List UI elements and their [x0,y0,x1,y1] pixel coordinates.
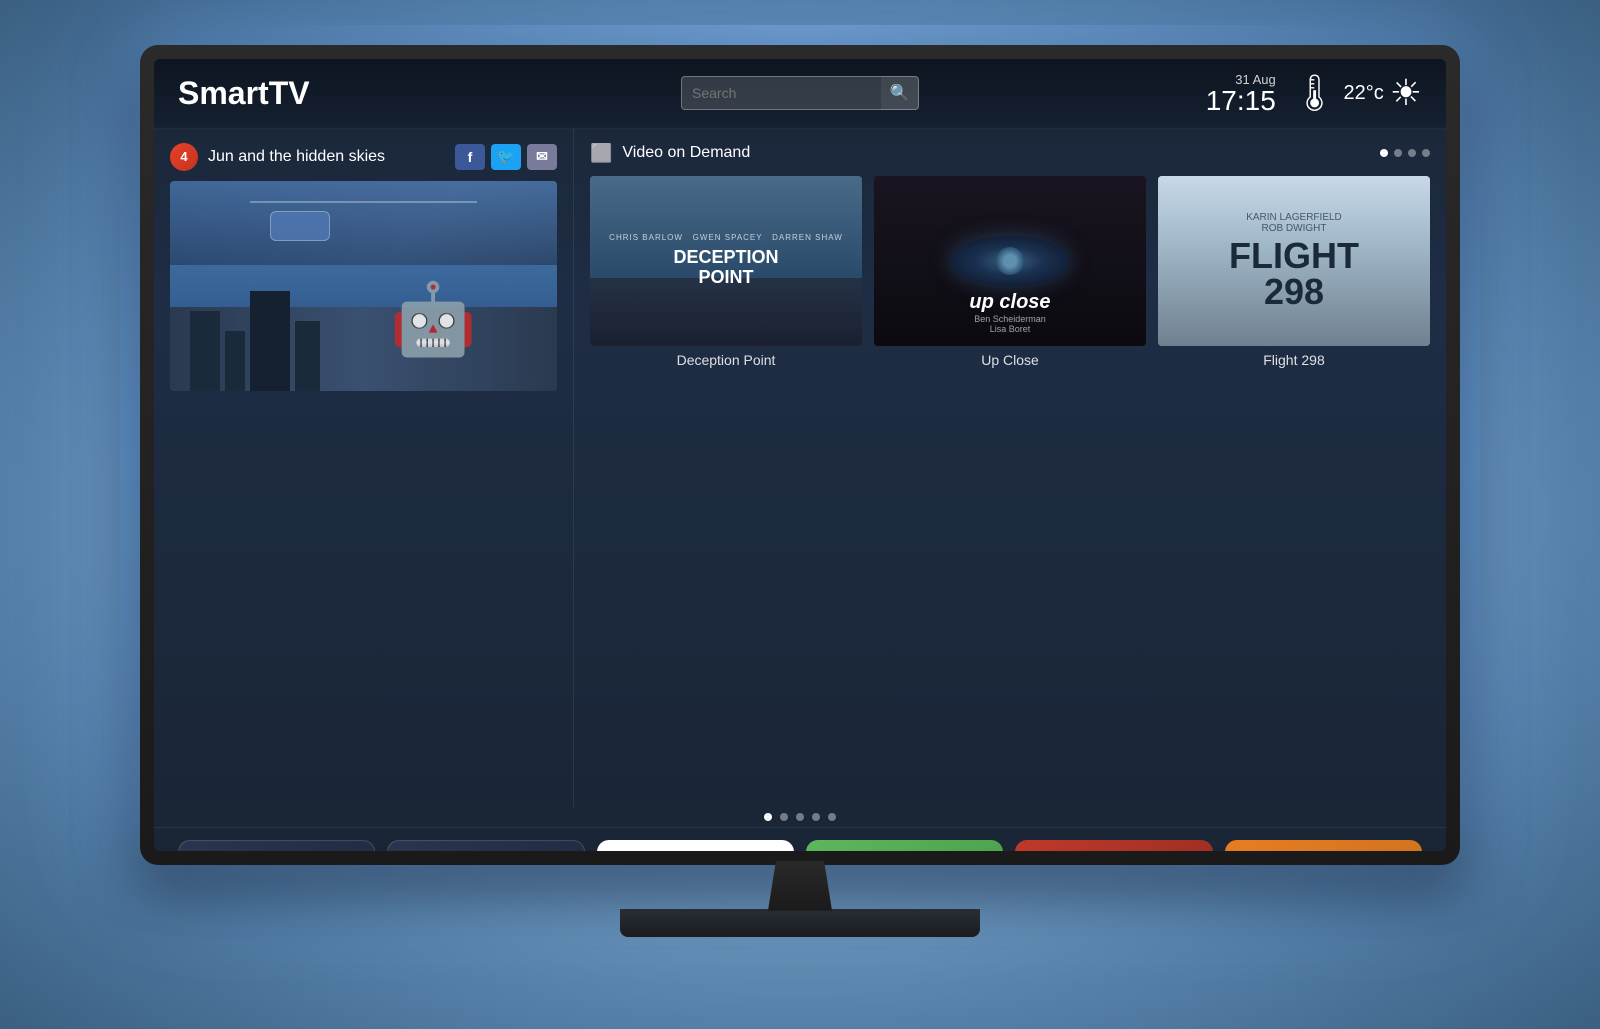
uc-sub2: Lisa Boret [990,324,1031,334]
vimeo-tile[interactable]: vimeo [597,840,794,851]
tv-neck [760,861,840,911]
terra-tile[interactable]: terra [1225,840,1422,851]
time-display: 17:15 [1206,87,1276,115]
vod-item-up-close[interactable]: up close Ben Scheiderman Lisa Boret Up C… [874,176,1146,368]
app-gallery-tile[interactable]: App Gallery [178,840,375,851]
flight-content: KARIN LAGERFIELDROB DWIGHT FLIGHT298 [1229,212,1359,310]
vod-dot-2 [1394,149,1402,157]
page-dot-1 [764,813,772,821]
channel-title-bar: 4 Jun and the hidden skies f 🐦 ✉ [170,143,557,171]
uc-label: Up Close [874,352,1146,368]
ole-tile[interactable]: Olé [806,840,1003,851]
brand-logo: SmartTV [178,75,593,112]
apps-section: App Gallery OnlineTV vimeo [154,828,1446,851]
building-3 [250,291,290,391]
cable-wire [250,201,477,203]
flight-authors: KARIN LAGERFIELDROB DWIGHT [1229,212,1359,234]
facebook-button[interactable]: f [455,144,485,170]
vod-header: ⬜ Video on Demand [590,143,1430,164]
vod-item-flight-298[interactable]: KARIN LAGERFIELDROB DWIGHT FLIGHT298 Fli… [1158,176,1430,368]
header-right: 31 Aug 17:15 🌡 22°c ☀ [1007,72,1422,115]
uc-text-overlay: up close Ben Scheiderman Lisa Boret [874,176,1146,346]
page-dot-4 [812,813,820,821]
cable-car [270,211,330,241]
vod-panel: ⬜ Video on Demand [574,129,1446,807]
search-input[interactable] [681,76,881,110]
online-tv-tile[interactable]: OnlineTV [387,840,584,851]
vod-dot-4 [1422,149,1430,157]
dp-authors: CHRIS BARLOW GWEN SPACEY DARREN SHAW [609,233,843,242]
tv-outer: SmartTV 🔍 31 Aug 17:15 🌡 22°c ☀ [120,45,1480,985]
vod-icon: ⬜ [590,143,612,164]
page-dot-2 [780,813,788,821]
vod-grid: CHRIS BARLOW GWEN SPACEY DARREN SHAW DEC… [590,176,1430,368]
esporte-tile[interactable]: e+i esporteinterativo [1015,840,1212,851]
deception-point-poster: CHRIS BARLOW GWEN SPACEY DARREN SHAW DEC… [590,176,862,346]
header: SmartTV 🔍 31 Aug 17:15 🌡 22°c ☀ [154,59,1446,129]
flight-overlay: KARIN LAGERFIELDROB DWIGHT FLIGHT298 [1158,176,1430,346]
vod-dot-3 [1408,149,1416,157]
uc-sub1: Ben Scheiderman [974,314,1046,324]
tv-screen: SmartTV 🔍 31 Aug 17:15 🌡 22°c ☀ [154,59,1446,851]
robot-figure: 🤖 [390,279,477,361]
building-4 [295,321,320,391]
flight-title-text: FLIGHT298 [1229,238,1359,310]
vod-item-deception-point[interactable]: CHRIS BARLOW GWEN SPACEY DARREN SHAW DEC… [590,176,862,368]
email-button[interactable]: ✉ [527,144,557,170]
twitter-button[interactable]: 🐦 [491,144,521,170]
social-icons: f 🐦 ✉ [455,144,557,170]
weather-widget: 🌡 22°c ☀ [1292,72,1422,114]
page-dots [154,807,1446,828]
uc-title: up close [969,291,1050,314]
sun-icon: ☀ [1390,72,1422,114]
page-dot-5 [828,813,836,821]
flight-298-poster: KARIN LAGERFIELDROB DWIGHT FLIGHT298 [1158,176,1430,346]
content-area: 4 Jun and the hidden skies f 🐦 ✉ [154,129,1446,807]
date-time: 31 Aug 17:15 [1206,72,1276,115]
weather-icon: 🌡 [1292,72,1338,114]
building-2 [225,331,245,391]
channel-badge: 4 [170,143,198,171]
now-playing-panel: 4 Jun and the hidden skies f 🐦 ✉ [154,129,574,807]
apps-grid: App Gallery OnlineTV vimeo [178,840,1422,851]
search-button[interactable]: 🔍 [881,76,919,110]
search-bar: 🔍 [593,76,1008,110]
tv-bezel: SmartTV 🔍 31 Aug 17:15 🌡 22°c ☀ [140,45,1460,865]
temperature: 22°c [1343,82,1383,105]
dp-label: Deception Point [590,352,862,368]
dp-text-overlay: CHRIS BARLOW GWEN SPACEY DARREN SHAW DEC… [590,176,862,346]
flight-label: Flight 298 [1158,352,1430,368]
tv-base [620,909,980,937]
vod-dot-1 [1380,149,1388,157]
date-display: 31 Aug [1206,72,1276,87]
dp-title: DECEPTIONPOINT [673,248,778,288]
show-title: Jun and the hidden skies [208,148,385,166]
building-1 [190,311,220,391]
vod-title: Video on Demand [622,144,750,162]
vod-pagination [1380,149,1430,157]
video-preview[interactable]: 🤖 [170,181,557,391]
page-dot-3 [796,813,804,821]
up-close-poster: up close Ben Scheiderman Lisa Boret [874,176,1146,346]
